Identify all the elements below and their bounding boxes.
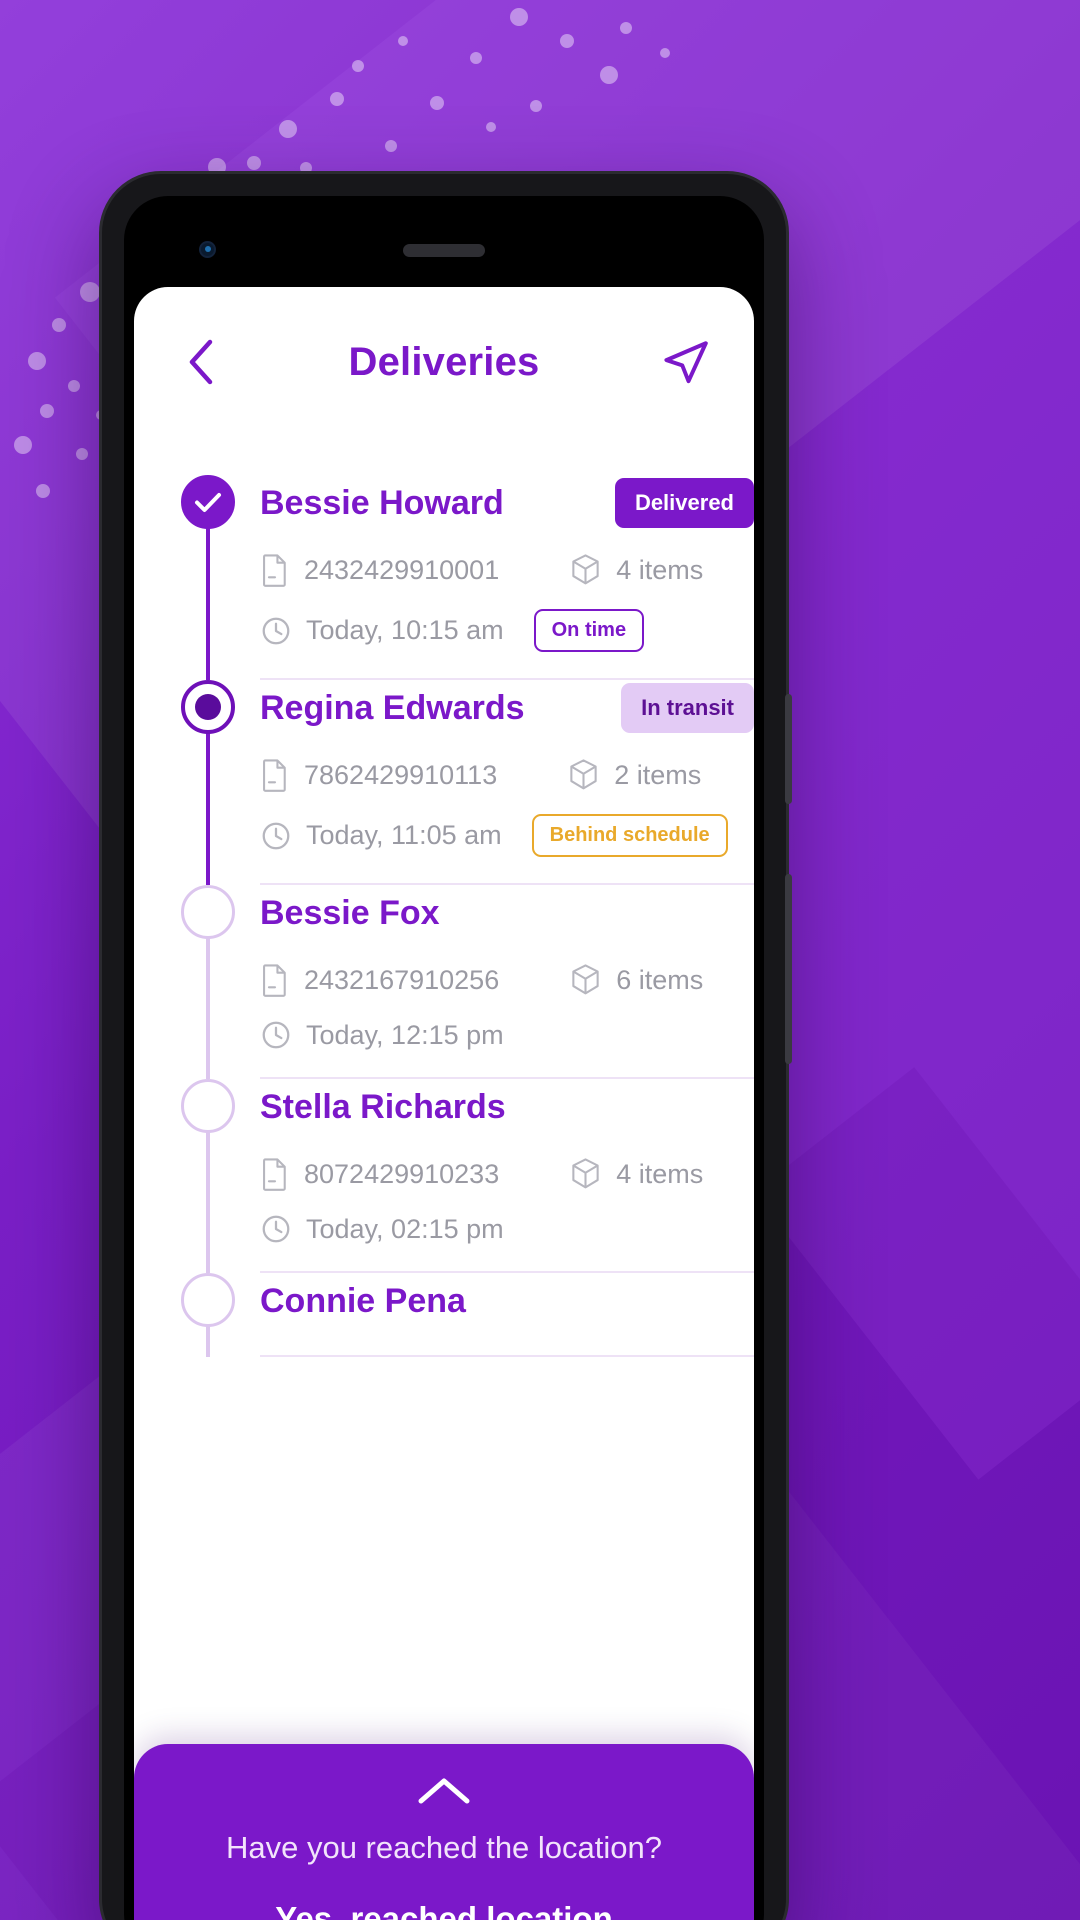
timeline-rail [172,475,244,680]
confirm-reached-location-button[interactable]: Yes, reached location [174,1900,714,1920]
timeline-connector [206,1131,210,1273]
timeline-connector [206,527,210,680]
customer-name: Stella Richards [260,1087,506,1126]
timeline-rail [172,1273,244,1357]
app-screen: Deliveries Bessie Howard Delivered 2432429… [134,287,754,1920]
delivery-time: Today, 10:15 am [306,615,504,645]
document-icon [260,758,290,792]
package-icon [569,553,602,587]
status-badge: In transit [621,683,754,733]
delivery-card[interactable]: Connie Pena [244,1273,754,1357]
time-row: Today, 12:15 pm [260,1019,754,1051]
volume-button [785,694,792,804]
delivery-time: Today, 11:05 am [306,820,502,850]
chevron-left-icon [189,339,213,385]
schedule-pill: Behind schedule [531,814,728,857]
bottom-sheet[interactable]: Have you reached the location? Yes, reac… [134,1744,754,1920]
item-count: 2 items [614,759,702,790]
timeline-connector [206,1325,210,1357]
tracking-row: 7862429910113 2 items [260,758,754,792]
package-icon [567,758,600,792]
tracking-row: 2432167910256 6 items [260,963,754,997]
app-bar: Deliveries [134,287,754,437]
time-row: Today, 10:15 am On time [260,609,754,652]
tracking-number: 2432167910256 [304,964,500,995]
delivery-item[interactable]: Bessie Fox 2432167910256 6 items Today, 12:… [134,885,754,1079]
item-count: 4 items [616,554,704,585]
delivery-card[interactable]: Regina Edwards In transit 7862429910113 2 i… [244,680,754,885]
item-count: 4 items [616,1158,704,1189]
timeline-marker-active[interactable] [181,680,235,734]
time-row: Today, 02:15 pm [260,1213,754,1245]
time-row: Today, 11:05 am Behind schedule [260,814,754,857]
document-icon [260,1157,290,1191]
timeline-rail [172,680,244,885]
timeline-marker-completed[interactable] [181,475,235,529]
delivery-item[interactable]: Regina Edwards In transit 7862429910113 2 i… [134,680,754,885]
navigate-button[interactable] [658,334,714,390]
document-icon [260,553,290,587]
tracking-number: 7862429910113 [304,759,498,790]
send-navigate-icon [664,341,708,384]
status-badge: Delivered [614,478,754,528]
delivery-time: Today, 02:15 pm [306,1213,504,1244]
delivery-time: Today, 12:15 pm [306,1019,504,1050]
item-count: 6 items [616,964,704,995]
delivery-item[interactable]: Stella Richards 8072429910233 4 items Today… [134,1079,754,1273]
clock-icon [260,1019,292,1051]
front-camera-icon [199,241,216,258]
phone-mockup: Deliveries Bessie Howard Delivered 2432429… [99,171,792,1920]
clock-icon [260,820,292,852]
check-icon [195,493,221,512]
delivery-list: Bessie Howard Delivered 2432429910001 4 ite… [134,437,754,1357]
timeline-marker-pending[interactable] [181,1273,235,1327]
tracking-number: 8072429910233 [304,1158,500,1189]
customer-name: Regina Edwards [260,688,525,727]
delivery-item[interactable]: Bessie Howard Delivered 2432429910001 4 ite… [134,475,754,680]
timeline-connector [206,937,210,1079]
timeline-connector [206,732,210,885]
timeline-rail [172,885,244,1079]
tracking-row: 2432429910001 4 items [260,553,754,587]
delivery-card[interactable]: Bessie Howard Delivered 2432429910001 4 ite… [244,475,754,680]
tracking-number: 2432429910001 [304,554,500,585]
clock-icon [260,1213,292,1245]
package-icon [569,1157,602,1191]
phone-screen-bezel: Deliveries Bessie Howard Delivered 2432429… [124,196,764,1920]
package-icon [569,963,602,997]
earpiece-speaker [403,244,485,257]
delivery-item[interactable]: Connie Pena [134,1273,754,1357]
timeline-rail [172,1079,244,1273]
list-bottom-fade [134,1596,754,1686]
sheet-question: Have you reached the location? [225,1830,662,1865]
delivery-card[interactable]: Bessie Fox 2432167910256 6 items Today, 12:… [244,885,754,1079]
clock-icon [260,615,292,647]
tracking-row: 8072429910233 4 items [260,1157,754,1191]
timeline-marker-pending[interactable] [181,885,235,939]
customer-name: Connie Pena [260,1281,466,1320]
customer-name: Bessie Howard [260,483,504,522]
delivery-card[interactable]: Stella Richards 8072429910233 4 items Today… [244,1079,754,1273]
expand-sheet-button[interactable] [174,1774,714,1808]
back-button[interactable] [174,335,228,389]
power-button [785,874,792,1064]
chevron-up-icon [418,1778,470,1804]
customer-name: Bessie Fox [260,893,440,932]
card-divider [260,1355,754,1357]
timeline-marker-pending[interactable] [181,1079,235,1133]
schedule-pill: On time [533,609,645,652]
document-icon [260,963,290,997]
